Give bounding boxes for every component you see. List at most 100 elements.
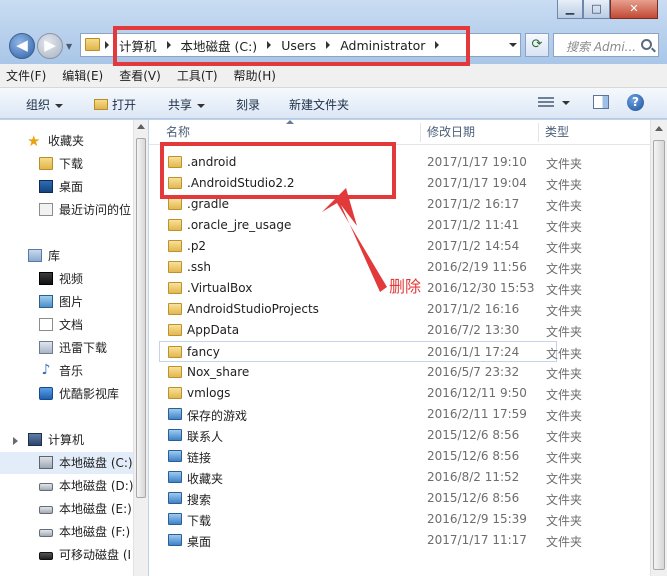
file-date-modified: 2016/12/11 9:50 — [427, 386, 527, 400]
new-folder-button[interactable]: 新建文件夹 — [289, 96, 349, 113]
menu-bar: 文件(F) 编辑(E) 查看(V) 工具(T) 帮助(H) — [0, 64, 667, 88]
back-button[interactable]: ◀ — [9, 33, 35, 59]
nav-pictures[interactable]: 图片 — [0, 291, 134, 313]
nav-scrollbar[interactable] — [133, 120, 148, 576]
nav-favorites[interactable]: ★ 收藏夹 — [0, 130, 134, 152]
file-type: 文件夹 — [546, 157, 583, 171]
search-input[interactable]: 搜索 Admi... — [553, 33, 659, 57]
maximize-button[interactable]: □ — [583, 0, 610, 19]
file-row[interactable]: vmlogs 2016/12/11 9:50 文件夹 — [160, 383, 582, 404]
file-date-modified: 2016/12/30 15:53 — [427, 281, 535, 295]
nav-label: 视频 — [59, 272, 84, 286]
menu-tools[interactable]: 工具(T) — [177, 67, 218, 84]
file-row[interactable]: .VirtualBox 2016/12/30 15:53 文件夹 — [160, 278, 582, 299]
file-row[interactable]: .p2 2017/1/2 14:54 文件夹 — [160, 236, 582, 257]
nav-libraries[interactable]: 库 — [0, 245, 134, 267]
search-placeholder: 搜索 Admi... — [566, 40, 637, 54]
scrollbar-thumb[interactable] — [136, 138, 146, 498]
nav-desktop[interactable]: 桌面 — [0, 176, 134, 198]
file-row[interactable]: AppData 2016/7/2 13:30 文件夹 — [160, 320, 582, 341]
menu-edit[interactable]: 编辑(E) — [62, 67, 103, 84]
file-name: 链接 — [187, 451, 212, 465]
nav-drive-c[interactable]: 本地磁盘 (C:) — [0, 452, 134, 474]
file-date-modified: 2017/1/2 14:54 — [427, 239, 520, 253]
nav-recent[interactable]: 最近访问的位 — [0, 199, 134, 221]
refresh-button[interactable]: ⟳ — [525, 33, 549, 57]
close-button[interactable]: ✕ — [610, 0, 658, 19]
folder-icon — [168, 198, 182, 210]
nav-label: 本地磁盘 (E:) — [59, 502, 132, 516]
file-row[interactable]: .ssh 2016/2/19 11:56 文件夹 — [160, 257, 583, 278]
search-icon[interactable] — [641, 39, 652, 50]
file-type: 文件夹 — [546, 472, 583, 486]
file-type: 文件夹 — [546, 535, 583, 549]
file-row[interactable]: 收藏夹 2016/8/2 11:52 文件夹 — [160, 467, 583, 488]
address-dropdown-icon[interactable] — [509, 43, 517, 47]
menu-help[interactable]: 帮助(H) — [234, 67, 276, 84]
column-date-modified[interactable]: 修改日期 — [421, 120, 539, 145]
nav-drive-d[interactable]: 本地磁盘 (D:) — [0, 475, 134, 497]
file-row[interactable]: Nox_share 2016/5/7 23:32 文件夹 — [160, 362, 582, 383]
nav-documents[interactable]: 文档 — [0, 314, 134, 336]
nav-label: 迅雷下载 — [59, 341, 108, 355]
burn-button[interactable]: 刻录 — [236, 96, 260, 113]
file-row[interactable]: AndroidStudioProjects 2017/1/2 16:16 文件夹 — [160, 299, 582, 320]
menu-view[interactable]: 查看(V) — [119, 67, 161, 84]
share-button[interactable]: 共享 — [168, 96, 206, 113]
folder-icon — [168, 492, 182, 504]
folder-icon — [85, 38, 100, 51]
chevron-down-icon[interactable] — [562, 101, 570, 105]
menu-file[interactable]: 文件(F) — [6, 67, 46, 84]
file-row[interactable]: 搜索 2015/12/6 8:56 文件夹 — [160, 488, 582, 509]
nav-xunlei-downloads[interactable]: 迅雷下载 — [0, 337, 134, 359]
folder-icon — [168, 303, 182, 315]
folder-icon — [168, 261, 182, 273]
column-type[interactable]: 类型 — [539, 120, 649, 145]
download-icon — [39, 341, 53, 354]
file-row[interactable]: .oracle_jre_usage 2017/1/2 11:41 文件夹 — [160, 215, 582, 236]
file-list-scrollbar[interactable] — [650, 120, 667, 576]
help-icon[interactable]: ? — [627, 94, 644, 111]
file-row[interactable]: 联系人 2015/12/6 8:56 文件夹 — [160, 425, 582, 446]
organize-button[interactable]: 组织 — [26, 96, 64, 113]
file-date-modified: 2015/12/6 8:56 — [427, 428, 520, 442]
nav-youku[interactable]: 优酷影视库 — [0, 383, 134, 405]
forward-button[interactable]: ▶ — [37, 33, 63, 59]
minimize-button[interactable]: ▁ — [557, 0, 583, 19]
open-button[interactable]: 打开 — [94, 96, 136, 113]
file-date-modified: 2015/12/6 8:56 — [427, 491, 520, 505]
expand-arrow-icon[interactable] — [13, 437, 18, 445]
nav-label: 可移动磁盘 (I — [59, 548, 132, 562]
folder-icon — [168, 450, 182, 462]
file-row[interactable]: 链接 2015/12/6 8:56 文件夹 — [160, 446, 582, 467]
file-type: 文件夹 — [546, 262, 583, 276]
folder-icon — [168, 346, 182, 358]
nav-label: 最近访问的位 — [59, 203, 132, 217]
preview-pane-icon[interactable] — [593, 95, 609, 109]
file-name: .VirtualBox — [187, 281, 253, 295]
file-row[interactable]: 桌面 2017/1/17 11:17 文件夹 — [160, 530, 583, 551]
view-options-icon[interactable] — [538, 96, 554, 109]
folder-icon — [168, 240, 182, 252]
scroll-up-icon[interactable] — [655, 126, 663, 131]
file-row[interactable]: fancy 2016/1/1 17:24 文件夹 — [159, 341, 582, 362]
file-row[interactable]: 下载 2016/12/9 15:39 文件夹 — [160, 509, 582, 530]
nav-drive-f[interactable]: 本地磁盘 (F:) — [0, 521, 134, 543]
recent-pages-icon[interactable]: ▼ — [66, 42, 72, 51]
nav-removable-disk[interactable]: 可移动磁盘 (I — [0, 544, 134, 566]
nav-drive-e[interactable]: 本地磁盘 (E:) — [0, 498, 134, 520]
nav-downloads[interactable]: 下载 — [0, 153, 134, 175]
file-name: .p2 — [187, 239, 207, 253]
chevron-right-icon[interactable] — [105, 41, 109, 49]
nav-music[interactable]: ♪ 音乐 — [0, 360, 134, 382]
nav-computer[interactable]: 计算机 — [0, 429, 134, 451]
nav-label: 本地磁盘 (F:) — [59, 525, 131, 539]
picture-icon — [39, 295, 53, 308]
folder-icon — [168, 513, 182, 525]
file-row[interactable]: 保存的游戏 2016/2/11 17:59 文件夹 — [160, 404, 582, 425]
scrollbar-thumb[interactable] — [653, 140, 665, 570]
scroll-up-icon[interactable] — [137, 124, 145, 129]
file-name: .oracle_jre_usage — [187, 218, 292, 232]
folder-icon — [168, 429, 182, 441]
nav-videos[interactable]: 视频 — [0, 268, 134, 290]
